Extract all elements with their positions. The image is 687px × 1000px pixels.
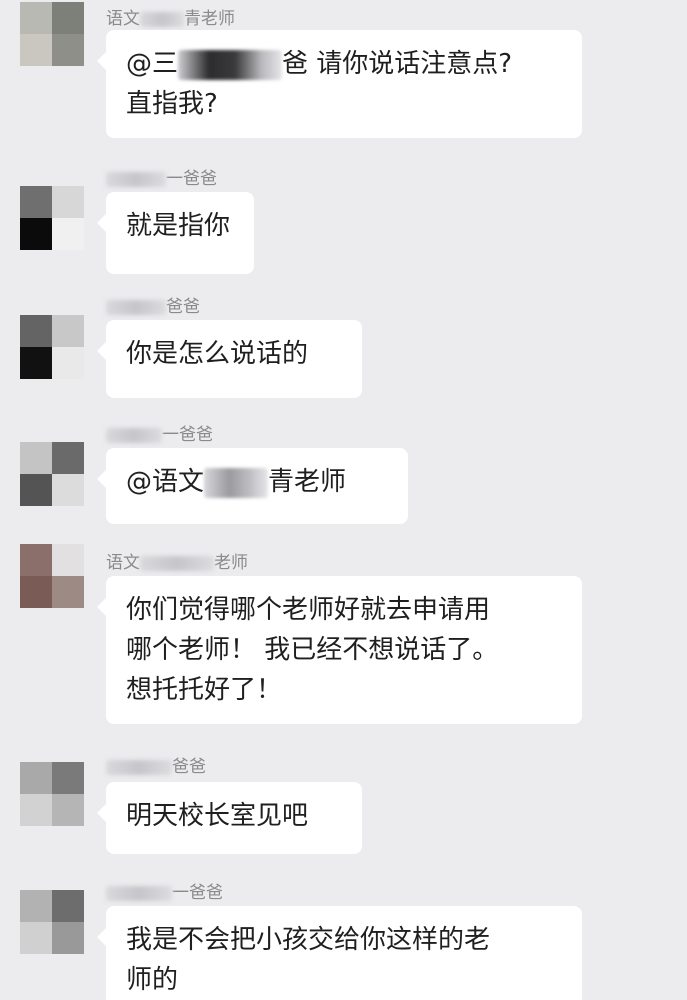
sender-name: 一爸爸: [106, 164, 217, 189]
avatar[interactable]: [20, 762, 84, 826]
avatar[interactable]: [20, 890, 84, 954]
message-text: 你是怎么说话的: [126, 339, 309, 369]
message-bubble[interactable]: 明天校长室见吧: [97, 782, 362, 854]
sender-name: 一爸爸: [106, 420, 213, 445]
sender-name: 爸爸: [106, 752, 206, 777]
message-bubble[interactable]: 就是指你: [97, 192, 254, 274]
message-text: @语文 青老师: [126, 467, 347, 498]
message-text: 明天校长室见吧: [126, 801, 309, 831]
message-text: 师的: [126, 965, 179, 995]
message-text: @三爸 请你说话注意点?: [126, 49, 513, 80]
avatar[interactable]: [20, 544, 84, 608]
sender-name: 语文 青老师: [106, 9, 235, 29]
sender-name: 一爸爸: [106, 878, 223, 903]
avatar[interactable]: [20, 186, 84, 250]
message-text: 想托托好了！: [126, 675, 283, 705]
message-text: 就是指你: [126, 211, 231, 241]
message-text: 哪个老师！ 我已经不想说话了。: [126, 635, 499, 665]
message-bubble[interactable]: 你是怎么说话的: [97, 320, 362, 398]
avatar[interactable]: [20, 315, 84, 379]
message-bubble[interactable]: 我是不会把小孩交给你这样的老 师的: [97, 906, 582, 1000]
message-bubble[interactable]: @语文 青老师: [97, 448, 408, 524]
message-text: 我是不会把小孩交给你这样的老: [126, 925, 491, 955]
message-text: 你们觉得哪个老师好就去申请用: [126, 595, 491, 625]
message-bubble[interactable]: 你们觉得哪个老师好就去申请用 哪个老师！ 我已经不想说话了。 想托托好了！: [97, 576, 582, 724]
message-text: 直指我?: [126, 89, 218, 119]
sender-name: 语文 老师: [106, 553, 248, 573]
sender-name: 爸爸: [106, 292, 200, 317]
message-bubble[interactable]: @三爸 请你说话注意点? 直指我?: [97, 30, 582, 138]
avatar[interactable]: [20, 442, 84, 506]
avatar[interactable]: [20, 2, 84, 66]
